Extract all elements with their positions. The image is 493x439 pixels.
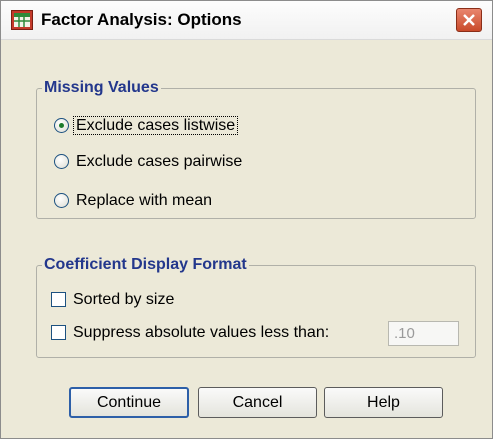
missing-values-legend: Missing Values xyxy=(44,79,159,96)
radio-label-replace-mean: Replace with mean xyxy=(76,192,213,209)
cancel-button[interactable]: Cancel xyxy=(198,387,317,418)
close-button[interactable] xyxy=(456,8,482,32)
radio-button[interactable] xyxy=(54,154,69,169)
radio-label-listwise: Exclude cases listwise xyxy=(72,116,239,135)
radio-button-selected[interactable] xyxy=(54,118,69,133)
help-button[interactable]: Help xyxy=(324,387,443,418)
radio-label-pairwise: Exclude cases pairwise xyxy=(76,153,243,170)
close-icon xyxy=(463,14,475,26)
checkbox[interactable] xyxy=(51,325,66,340)
dialog-window: Factor Analysis: Options Missing Values … xyxy=(0,0,493,439)
radio-button[interactable] xyxy=(54,193,69,208)
checkbox-label-sorted: Sorted by size xyxy=(73,291,175,308)
suppress-threshold-input[interactable]: .10 xyxy=(388,321,459,346)
checkbox-label-suppress: Suppress absolute values less than: xyxy=(73,324,330,341)
coefficient-format-legend: Coefficient Display Format xyxy=(44,256,247,273)
continue-button[interactable]: Continue xyxy=(69,387,189,418)
title-bar[interactable]: Factor Analysis: Options xyxy=(1,1,492,40)
spss-table-icon xyxy=(11,10,33,30)
checkbox[interactable] xyxy=(51,292,66,307)
window-title: Factor Analysis: Options xyxy=(41,10,242,29)
